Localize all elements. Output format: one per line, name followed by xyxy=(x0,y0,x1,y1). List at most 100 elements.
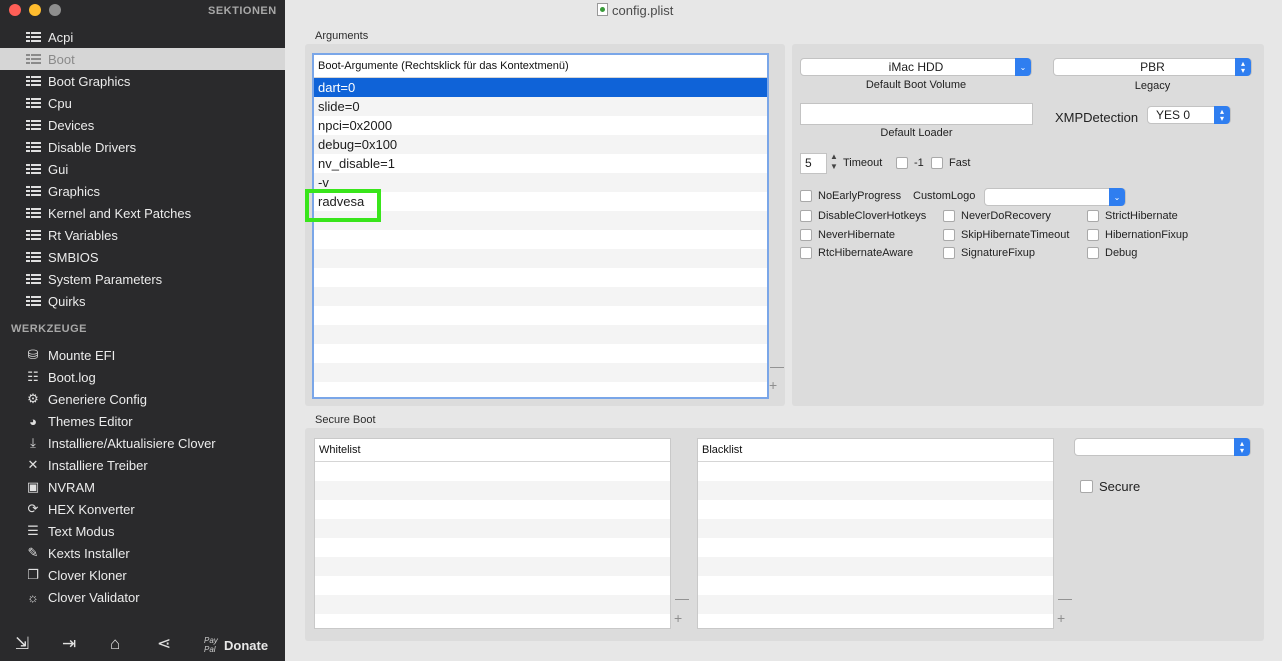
list-row[interactable] xyxy=(315,462,670,481)
tool-item-installiere-aktualisiere-clover[interactable]: ⤓ Installiere/Aktualisiere Clover xyxy=(0,432,285,454)
list-row[interactable] xyxy=(698,519,1053,538)
whitelist-header[interactable]: Whitelist xyxy=(315,439,670,462)
boot-arg-row[interactable] xyxy=(314,344,767,363)
tool-item-installiere-treiber[interactable]: ✕ Installiere Treiber xyxy=(0,454,285,476)
default-loader-field[interactable] xyxy=(800,103,1033,125)
tool-item-mounte-efi[interactable]: ⛁ Mounte EFI xyxy=(0,344,285,366)
boot-arg-row[interactable] xyxy=(314,306,767,325)
boot-arg-row[interactable] xyxy=(314,230,767,249)
sidebar-item-gui[interactable]: Gui xyxy=(0,158,285,180)
stricthibernate-checkbox[interactable]: StrictHibernate xyxy=(1087,210,1178,222)
sidebar-item-rt-variables[interactable]: Rt Variables xyxy=(0,224,285,246)
list-row[interactable] xyxy=(315,576,670,595)
boot-args-add-button[interactable]: + xyxy=(769,377,777,393)
sidebar-item-disable-drivers[interactable]: Disable Drivers xyxy=(0,136,285,158)
list-row[interactable] xyxy=(315,538,670,557)
tool-item-boot-log[interactable]: ☷ Boot.log xyxy=(0,366,285,388)
boot-arg-row[interactable]: npci=0x2000 xyxy=(314,116,767,135)
noearlyprogress-checkbox[interactable]: NoEarlyProgress xyxy=(800,190,901,202)
zoom-window-button[interactable] xyxy=(49,4,61,16)
tool-item-kexts-installer[interactable]: ✎ Kexts Installer xyxy=(0,542,285,564)
neverdorecovery-checkbox[interactable]: NeverDoRecovery xyxy=(943,210,1051,222)
sidebar-item-kernel-and-kext-patches[interactable]: Kernel and Kext Patches xyxy=(0,202,285,224)
list-row[interactable] xyxy=(315,595,670,614)
boot-arg-row[interactable] xyxy=(314,325,767,344)
tool-item-clover-validator[interactable]: ☼ Clover Validator xyxy=(0,586,285,608)
blacklist-remove-button[interactable]: — xyxy=(1058,590,1072,606)
secure-checkbox[interactable]: Secure xyxy=(1080,479,1140,494)
boot-arg-row[interactable]: slide=0 xyxy=(314,97,767,116)
whitelist-remove-button[interactable]: — xyxy=(675,590,689,606)
boot-arg-row[interactable] xyxy=(314,268,767,287)
list-row[interactable] xyxy=(315,614,670,628)
hibernationfixup-checkbox[interactable]: HibernationFixup xyxy=(1087,229,1188,241)
sidebar-item-graphics[interactable]: Graphics xyxy=(0,180,285,202)
boot-arg-row[interactable] xyxy=(314,287,767,306)
rtchibernateaware-checkbox[interactable]: RtcHibernateAware xyxy=(800,247,913,259)
timeout-stepper[interactable]: ▲ ▼ xyxy=(829,152,839,174)
blacklist-add-button[interactable]: + xyxy=(1057,610,1065,626)
tool-item-hex-konverter[interactable]: ⟳ HEX Konverter xyxy=(0,498,285,520)
xmp-detection-select[interactable]: YES 0 ▴ ▾ xyxy=(1147,106,1231,124)
whitelist-add-button[interactable]: + xyxy=(674,610,682,626)
list-row[interactable] xyxy=(315,557,670,576)
tool-item-generiere-config[interactable]: ⚙ Generiere Config xyxy=(0,388,285,410)
boot-arg-row[interactable] xyxy=(314,249,767,268)
secure-boot-policy-select[interactable]: ▴ ▾ xyxy=(1074,438,1251,456)
whitelist-table[interactable]: Whitelist xyxy=(314,438,671,629)
custom-logo-select[interactable]: ⌄ xyxy=(984,188,1126,206)
tool-item-nvram[interactable]: ▣ NVRAM xyxy=(0,476,285,498)
boot-arg-row[interactable]: dart=0 xyxy=(314,78,767,97)
home-icon[interactable]: ⌂ xyxy=(110,634,120,654)
export-icon[interactable]: ⇥ xyxy=(62,634,76,654)
debug-checkbox[interactable]: Debug xyxy=(1087,247,1137,259)
list-row[interactable] xyxy=(698,538,1053,557)
share-icon[interactable]: ⋖ xyxy=(157,634,171,654)
list-row[interactable] xyxy=(698,614,1053,628)
sidebar-item-boot-graphics[interactable]: Boot Graphics xyxy=(0,70,285,92)
disablecloverhotkeys-checkbox[interactable]: DisableCloverHotkeys xyxy=(800,210,926,222)
list-row[interactable] xyxy=(315,481,670,500)
boot-arg-row[interactable]: nv_disable=1 xyxy=(314,154,767,173)
default-boot-volume-select[interactable]: iMac HDD ⌄ xyxy=(800,58,1032,76)
minimize-window-button[interactable] xyxy=(29,4,41,16)
list-row[interactable] xyxy=(698,557,1053,576)
skiphibernatetimeout-checkbox[interactable]: SkipHibernateTimeout xyxy=(943,229,1069,241)
sidebar-item-smbios[interactable]: SMBIOS xyxy=(0,246,285,268)
list-row[interactable] xyxy=(315,500,670,519)
import-icon[interactable]: ⇲ xyxy=(15,634,29,654)
sidebar-item-devices[interactable]: Devices xyxy=(0,114,285,136)
list-row[interactable] xyxy=(698,481,1053,500)
tool-item-text-modus[interactable]: ☰ Text Modus xyxy=(0,520,285,542)
legacy-select[interactable]: PBR ▴ ▾ xyxy=(1053,58,1252,76)
tool-item-themes-editor[interactable]: ◕ Themes Editor xyxy=(0,410,285,432)
boot-arg-row[interactable]: -v xyxy=(314,173,767,192)
sidebar-item-quirks[interactable]: Quirks xyxy=(0,290,285,312)
tool-item-clover-kloner[interactable]: ❐ Clover Kloner xyxy=(0,564,285,586)
boot-args-remove-button[interactable]: — xyxy=(770,358,784,374)
list-row[interactable] xyxy=(698,576,1053,595)
sidebar-item-boot[interactable]: Boot xyxy=(0,48,285,70)
boot-args-header[interactable]: Boot-Argumente (Rechtsklick für das Kont… xyxy=(314,55,767,78)
sidebar-item-cpu[interactable]: Cpu xyxy=(0,92,285,114)
boot-arg-row[interactable]: radvesa xyxy=(314,192,767,211)
donate-button[interactable]: Donate xyxy=(224,638,268,653)
blacklist-header[interactable]: Blacklist xyxy=(698,439,1053,462)
timeout-field[interactable]: 5 xyxy=(800,153,827,174)
boot-arg-row[interactable]: debug=0x100 xyxy=(314,135,767,154)
sidebar-item-system-parameters[interactable]: System Parameters xyxy=(0,268,285,290)
boot-args-table[interactable]: Boot-Argumente (Rechtsklick für das Kont… xyxy=(312,53,769,399)
signaturefixup-checkbox[interactable]: SignatureFixup xyxy=(943,247,1035,259)
boot-arg-row[interactable] xyxy=(314,211,767,230)
close-window-button[interactable] xyxy=(9,4,21,16)
list-row[interactable] xyxy=(698,595,1053,614)
list-row[interactable] xyxy=(315,519,670,538)
list-row[interactable] xyxy=(698,500,1053,519)
list-row[interactable] xyxy=(698,462,1053,481)
sidebar-item-acpi[interactable]: Acpi xyxy=(0,26,285,48)
fast-checkbox[interactable]: Fast xyxy=(931,157,970,169)
blacklist-table[interactable]: Blacklist xyxy=(697,438,1054,629)
minus-one-checkbox[interactable]: -1 xyxy=(896,157,924,169)
boot-arg-row[interactable] xyxy=(314,363,767,382)
neverhibernate-checkbox[interactable]: NeverHibernate xyxy=(800,229,895,241)
